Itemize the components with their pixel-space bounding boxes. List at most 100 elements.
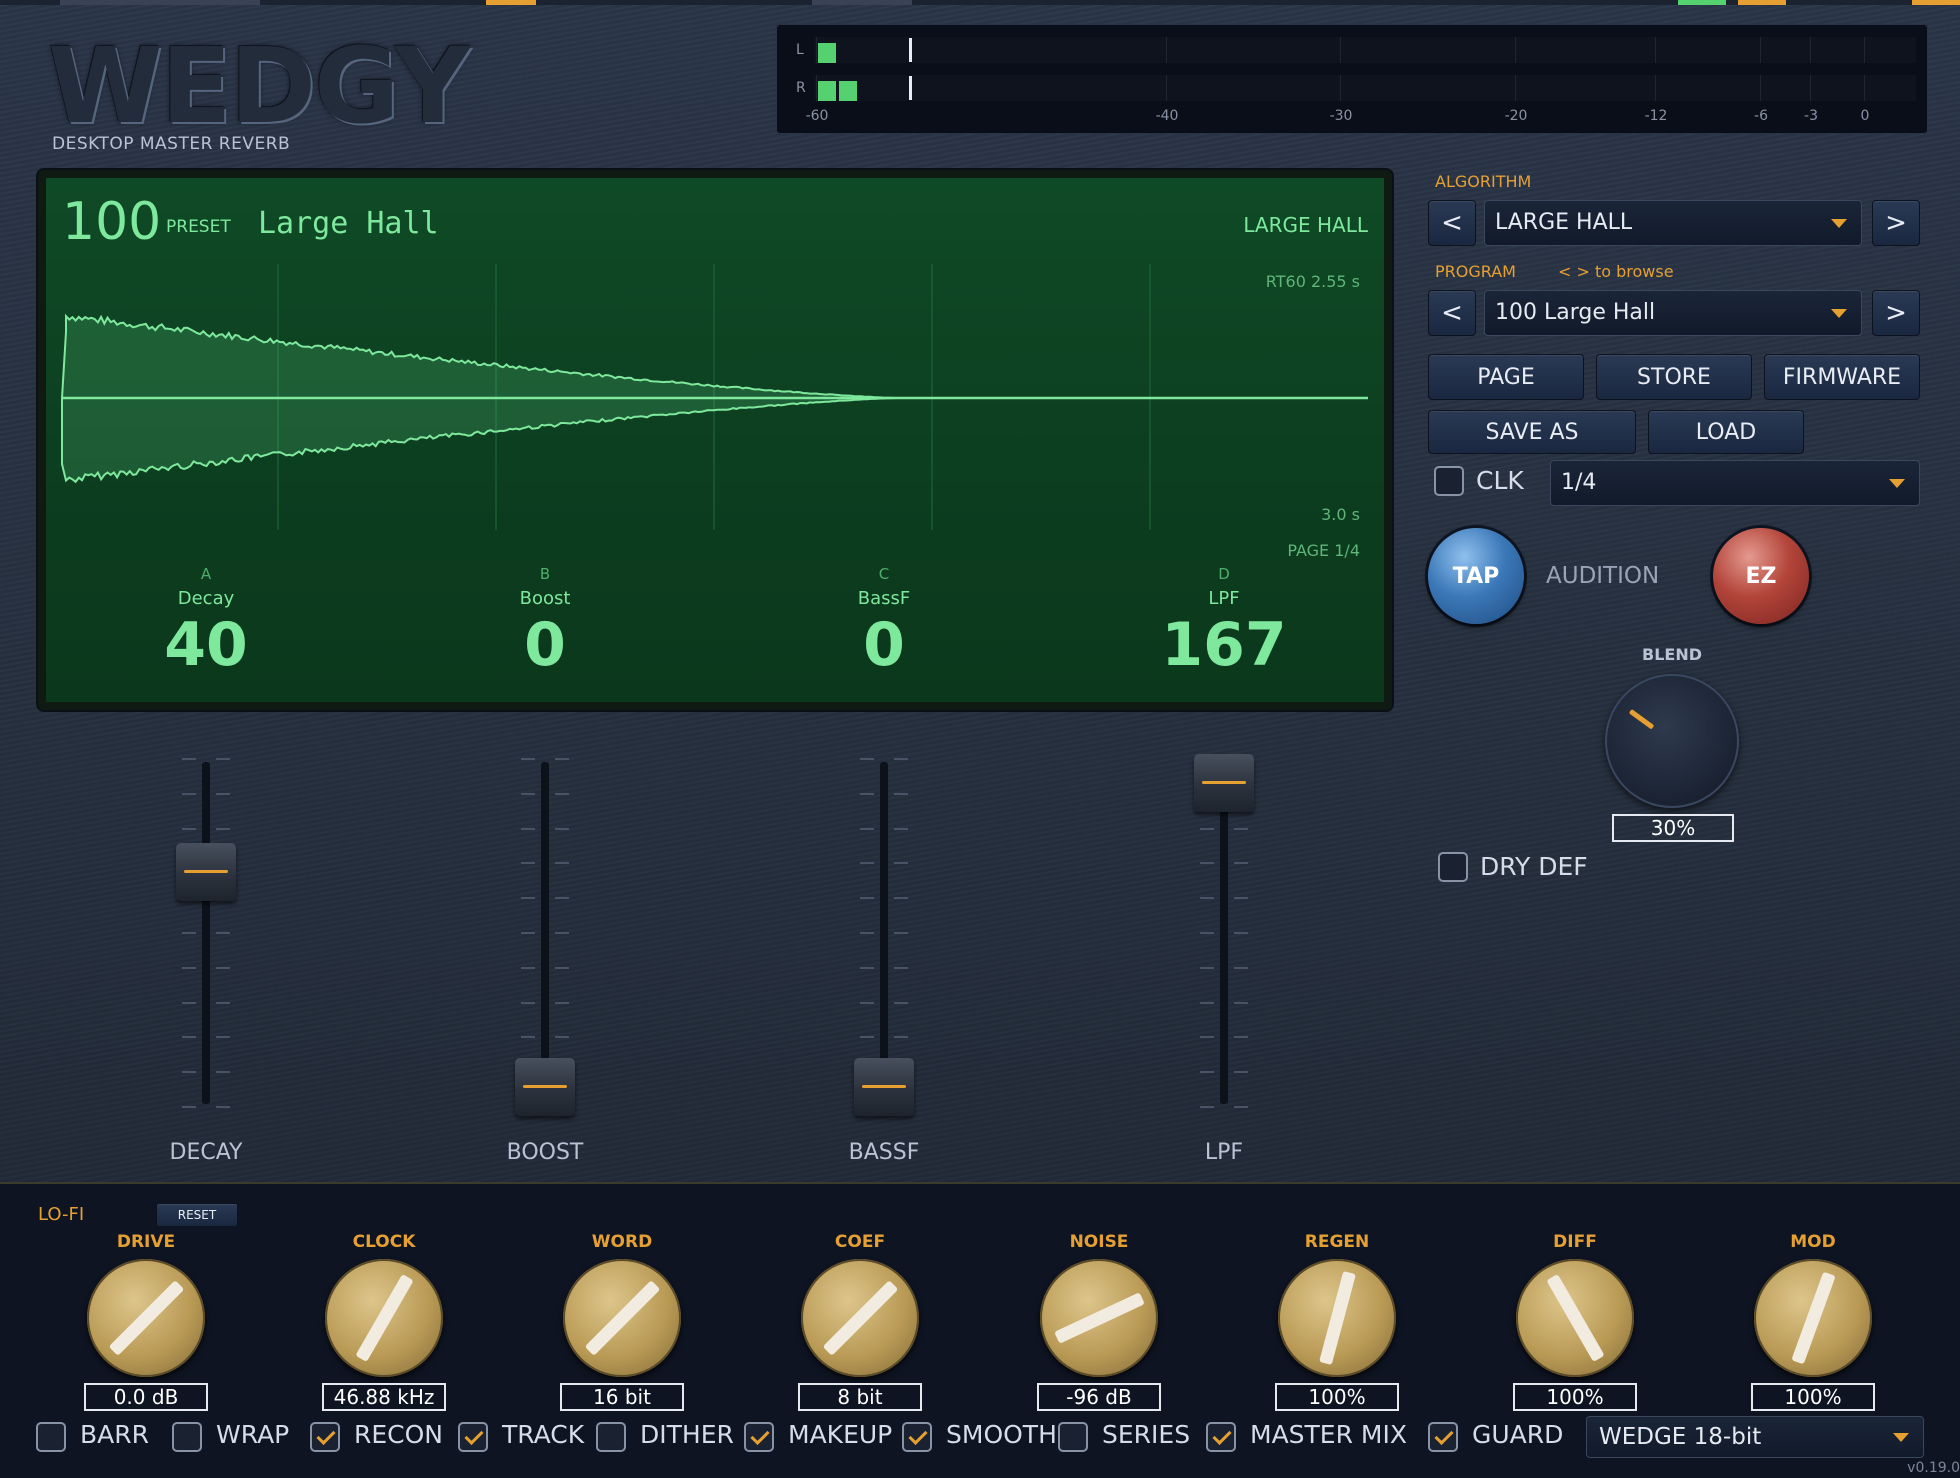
blend-knob[interactable] <box>1605 674 1739 808</box>
program-prev-button[interactable]: < <box>1428 290 1476 336</box>
param-name: LPF <box>1208 588 1240 609</box>
knob-noise[interactable] <box>1040 1259 1158 1377</box>
fader-tick <box>1234 1071 1248 1074</box>
knob-label: WORD <box>591 1232 653 1252</box>
fader-tick <box>521 758 535 760</box>
clk-label: CLK <box>1476 466 1524 495</box>
meter-tick <box>1864 37 1865 63</box>
meter-level-segment <box>818 81 836 101</box>
top-indicator <box>1738 0 1786 5</box>
meter-scale-label: -3 <box>1804 108 1818 124</box>
knob-pointer <box>1546 1274 1605 1362</box>
fader-tick <box>1200 932 1214 934</box>
load-button[interactable]: LOAD <box>1648 410 1804 454</box>
knob-drive[interactable] <box>87 1259 205 1377</box>
fader-tick <box>1200 1001 1214 1004</box>
subtitle: DESKTOP MASTER REVERB <box>52 134 291 154</box>
fader-tick <box>1234 1036 1248 1039</box>
fader-tick <box>1200 1036 1214 1039</box>
meter-tick <box>1655 75 1656 101</box>
preset-tag: PRESET <box>166 217 231 237</box>
firmware-button[interactable]: FIRMWARE <box>1764 354 1920 400</box>
option-checkbox-barr[interactable] <box>36 1422 66 1452</box>
program-browse-hint: < > to browse <box>1558 262 1674 281</box>
algorithm-readout: LARGE HALL <box>1243 213 1368 237</box>
option-checkbox-wrap[interactable] <box>172 1422 202 1452</box>
knob-word[interactable] <box>563 1259 681 1377</box>
fader-cap-decay[interactable] <box>176 843 236 902</box>
fader-track-boost <box>541 762 549 1104</box>
save-as-button[interactable]: SAVE AS <box>1428 410 1636 454</box>
fader-tick <box>555 792 569 795</box>
fader-tick <box>521 862 535 865</box>
knob-value: 8 bit <box>798 1383 922 1411</box>
clk-checkbox[interactable] <box>1434 466 1464 496</box>
fader-tick <box>521 827 535 830</box>
knob-pointer <box>1791 1271 1836 1365</box>
fader-tick <box>555 862 569 865</box>
option-checkbox-guard[interactable] <box>1428 1422 1458 1452</box>
fader-cap-bassf[interactable] <box>854 1058 914 1116</box>
option-checkbox-track[interactable] <box>458 1422 488 1452</box>
meter-level-segment <box>839 81 857 101</box>
lofi-mode-select[interactable]: WEDGE 18-bit <box>1586 1416 1924 1458</box>
top-strip <box>0 0 1960 5</box>
fader-tick <box>894 1036 908 1039</box>
ez-button[interactable]: EZ <box>1713 528 1809 624</box>
fader-tick <box>894 862 908 865</box>
option-label: SERIES <box>1102 1420 1191 1449</box>
fader-tick <box>894 758 908 760</box>
fader-tick <box>555 966 569 969</box>
fader-tick <box>894 932 908 934</box>
option-checkbox-smooth[interactable] <box>902 1422 932 1452</box>
knob-pointer <box>584 1280 661 1356</box>
option-checkbox-master-mix[interactable] <box>1206 1422 1236 1452</box>
param-value: 0 <box>863 610 905 680</box>
option-checkbox-series[interactable] <box>1058 1422 1088 1452</box>
fader-tick <box>555 758 569 760</box>
fader-tick <box>555 1036 569 1039</box>
program-select[interactable]: 100 Large Hall <box>1484 290 1862 336</box>
knob-regen[interactable] <box>1278 1259 1396 1377</box>
program-next-button[interactable]: > <box>1872 290 1920 336</box>
dry-def-checkbox[interactable] <box>1438 852 1468 882</box>
knob-value: -96 dB <box>1037 1383 1161 1411</box>
fader-cap-boost[interactable] <box>515 1058 575 1116</box>
fader-tick <box>894 827 908 830</box>
blend-value: 30% <box>1612 814 1734 842</box>
fader-cap-lpf[interactable] <box>1194 753 1254 812</box>
knob-diff[interactable] <box>1516 1259 1634 1377</box>
knob-mod[interactable] <box>1754 1259 1872 1377</box>
store-button[interactable]: STORE <box>1596 354 1752 400</box>
option-checkbox-dither[interactable] <box>596 1422 626 1452</box>
option-checkbox-makeup[interactable] <box>744 1422 774 1452</box>
page-button[interactable]: PAGE <box>1428 354 1584 400</box>
meter-scale-label: -30 <box>1329 108 1353 124</box>
lofi-reset-button[interactable]: RESET <box>156 1203 238 1227</box>
knob-value: 16 bit <box>560 1383 684 1411</box>
fader-tick <box>1200 966 1214 969</box>
knob-label: DRIVE <box>116 1232 176 1252</box>
option-checkbox-recon[interactable] <box>310 1422 340 1452</box>
knob-pointer <box>1319 1270 1356 1366</box>
fader-tick <box>521 1001 535 1004</box>
fader-tick <box>860 758 874 760</box>
fader-tick <box>216 932 230 934</box>
fader-tick <box>860 1001 874 1004</box>
fader-tick <box>1200 1106 1214 1108</box>
knob-value: 100% <box>1751 1383 1875 1411</box>
clk-division-select[interactable]: 1/4 <box>1550 460 1920 506</box>
fader-tick <box>860 966 874 969</box>
meter-tick <box>1760 75 1761 101</box>
fader-tick <box>521 932 535 934</box>
knob-coef[interactable] <box>801 1259 919 1377</box>
fader-tick <box>1200 862 1214 865</box>
algorithm-prev-button[interactable]: < <box>1428 200 1476 246</box>
tap-button[interactable]: TAP <box>1428 528 1524 624</box>
fader-tick <box>1234 1001 1248 1004</box>
algorithm-select[interactable]: LARGE HALL <box>1484 200 1862 246</box>
fader-tick <box>1200 897 1214 900</box>
meter-scale-label: -12 <box>1644 108 1668 124</box>
algorithm-next-button[interactable]: > <box>1872 200 1920 246</box>
knob-clock[interactable] <box>325 1259 443 1377</box>
